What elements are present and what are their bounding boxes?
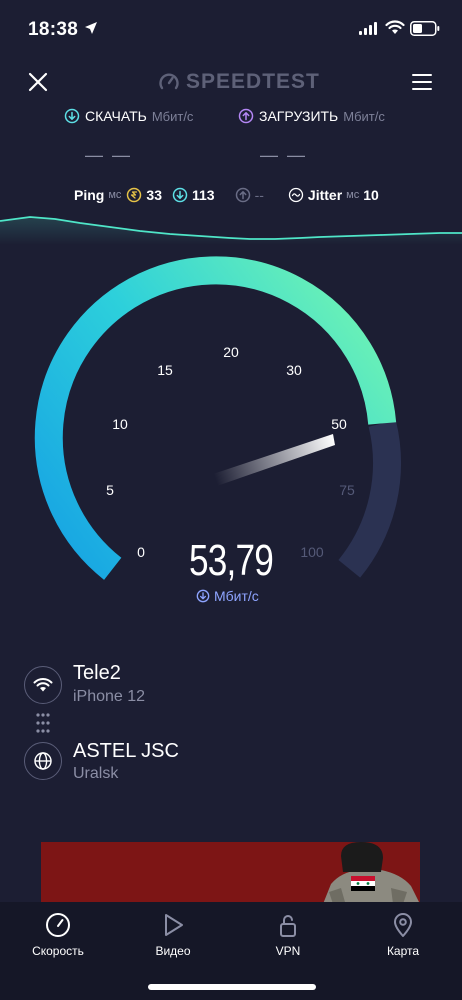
gauge-tick-labels: 0 5 10 15 20 30 50 75 100	[106, 344, 355, 560]
tab-label: Карта	[386, 944, 420, 958]
server-location: Uralsk	[73, 765, 119, 782]
lock-icon	[280, 915, 296, 937]
tab-label: Видео	[155, 944, 191, 958]
home-indicator[interactable]	[148, 984, 316, 990]
speed-unit-label: Мбит/с	[214, 588, 259, 604]
gauge-needle	[213, 434, 335, 486]
ad-banner[interactable]	[41, 842, 420, 904]
speedometer-icon	[46, 913, 70, 937]
device-name: iPhone 12	[73, 688, 146, 705]
connection-dots-icon	[36, 713, 50, 733]
provider-row[interactable]: Tele2 iPhone 12	[24, 660, 424, 710]
server-name: ASTEL JSC	[73, 740, 179, 762]
tab-speed[interactable]: Скорость	[13, 912, 103, 968]
server-row[interactable]: ASTEL JSC Uralsk	[24, 738, 424, 788]
tick-label: 10	[112, 416, 128, 432]
tick-label: 50	[331, 416, 347, 432]
current-speed-value: 53,79	[188, 536, 274, 585]
tab-map[interactable]: Карта	[358, 912, 448, 968]
tab-label: VPN	[275, 944, 301, 958]
current-speed-unit: Мбит/с	[196, 587, 259, 605]
tick-label: 30	[286, 362, 302, 378]
ad-image	[41, 842, 420, 904]
tick-label: 15	[157, 362, 173, 378]
map-pin-icon	[394, 913, 412, 937]
provider-icon-circle	[24, 666, 62, 704]
tick-label: 20	[223, 344, 239, 360]
play-icon	[165, 914, 183, 936]
wifi-icon	[33, 678, 53, 692]
globe-icon	[34, 752, 52, 770]
tab-video[interactable]: Видео	[128, 912, 218, 968]
tick-label: 5	[106, 482, 114, 498]
tab-vpn[interactable]: VPN	[243, 912, 333, 968]
tick-label: 75	[339, 482, 355, 498]
provider-name: Tele2	[73, 662, 121, 684]
tab-label: Скорость	[32, 944, 84, 958]
download-icon	[196, 589, 210, 603]
server-icon-circle	[24, 742, 62, 780]
